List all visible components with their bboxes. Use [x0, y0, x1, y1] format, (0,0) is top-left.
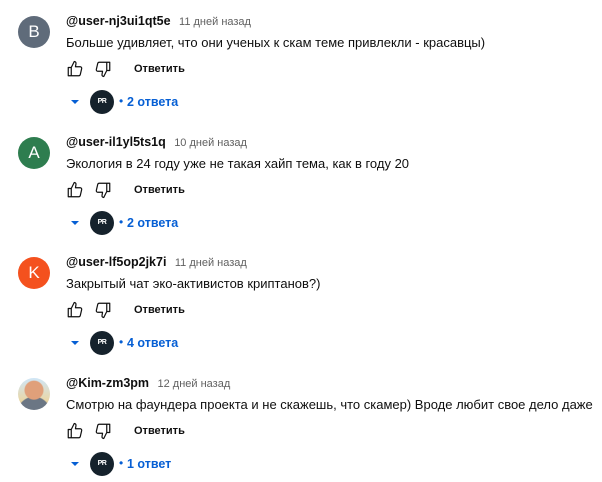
avatar[interactable]: A [18, 137, 50, 169]
comment-header: @Kim-zm3pm 12 дней назад [66, 374, 230, 392]
dislike-button[interactable] [94, 301, 112, 319]
comment-author[interactable]: @user-lf5op2jk7i [66, 255, 166, 269]
comment-header: @user-il1yl5ts1q 10 дней назад [66, 133, 247, 151]
separator-dot: • [119, 335, 124, 349]
reply-button[interactable]: Ответить [134, 63, 185, 75]
separator-dot: • [119, 215, 124, 229]
avatar[interactable] [18, 378, 50, 410]
comment-text: Больше удивляет, что они ученых к скам т… [66, 35, 486, 50]
comment-text: Смотрю на фаундера проекта и не скажешь,… [66, 397, 593, 412]
replier-avatar: PR [90, 211, 114, 235]
like-button[interactable] [66, 181, 84, 199]
comment-item: K @user-lf5op2jk7i 11 дней назад Закрыты… [0, 241, 602, 361]
replies-count: 1 ответ [127, 457, 172, 471]
comment-author[interactable]: @user-nj3ui1qt5e [66, 14, 171, 28]
like-button[interactable] [66, 422, 84, 440]
comment-text: Экология в 24 году уже не такая хайп тем… [66, 156, 410, 171]
separator-dot: • [119, 456, 124, 470]
view-replies-button[interactable]: PR • 2 ответа [70, 90, 220, 114]
dislike-button[interactable] [94, 181, 112, 199]
dislike-button[interactable] [94, 422, 112, 440]
avatar[interactable]: B [18, 16, 50, 48]
comment-item: @Kim-zm3pm 12 дней назад Смотрю на фаунд… [0, 362, 602, 482]
comment-text: Закрытый чат эко-активистов криптанов?) [66, 276, 321, 291]
chevron-down-icon [70, 97, 80, 107]
reply-button[interactable]: Ответить [134, 304, 185, 316]
like-button[interactable] [66, 301, 84, 319]
replies-count: 2 ответа [127, 216, 179, 230]
comment-time[interactable]: 11 дней назад [179, 16, 251, 28]
replier-avatar: PR [90, 331, 114, 355]
comment-item: A @user-il1yl5ts1q 10 дней назад Экологи… [0, 121, 602, 241]
comment-author[interactable]: @Kim-zm3pm [66, 376, 149, 390]
chevron-down-icon [70, 218, 80, 228]
like-button[interactable] [66, 60, 84, 78]
replies-count: 2 ответа [127, 95, 179, 109]
reply-button[interactable]: Ответить [134, 184, 185, 196]
replier-avatar: PR [90, 90, 114, 114]
replier-avatar: PR [90, 452, 114, 476]
dislike-button[interactable] [94, 60, 112, 78]
reply-button[interactable]: Ответить [134, 425, 185, 437]
comment-author[interactable]: @user-il1yl5ts1q [66, 135, 166, 149]
comment-header: @user-lf5op2jk7i 11 дней назад [66, 253, 247, 271]
view-replies-button[interactable]: PR • 2 ответа [70, 211, 220, 235]
chevron-down-icon [70, 338, 80, 348]
replies-count: 4 ответа [127, 336, 179, 350]
view-replies-button[interactable]: PR • 4 ответа [70, 331, 220, 355]
comment-time[interactable]: 11 дней назад [175, 257, 247, 269]
comment-item: B @user-nj3ui1qt5e 11 дней назад Больше … [0, 0, 602, 120]
comment-time[interactable]: 10 дней назад [174, 137, 247, 149]
separator-dot: • [119, 94, 124, 108]
chevron-down-icon [70, 459, 80, 469]
view-replies-button[interactable]: PR • 1 ответ [70, 452, 220, 476]
comment-time[interactable]: 12 дней назад [158, 378, 231, 390]
avatar[interactable]: K [18, 257, 50, 289]
comment-header: @user-nj3ui1qt5e 11 дней назад [66, 12, 251, 30]
